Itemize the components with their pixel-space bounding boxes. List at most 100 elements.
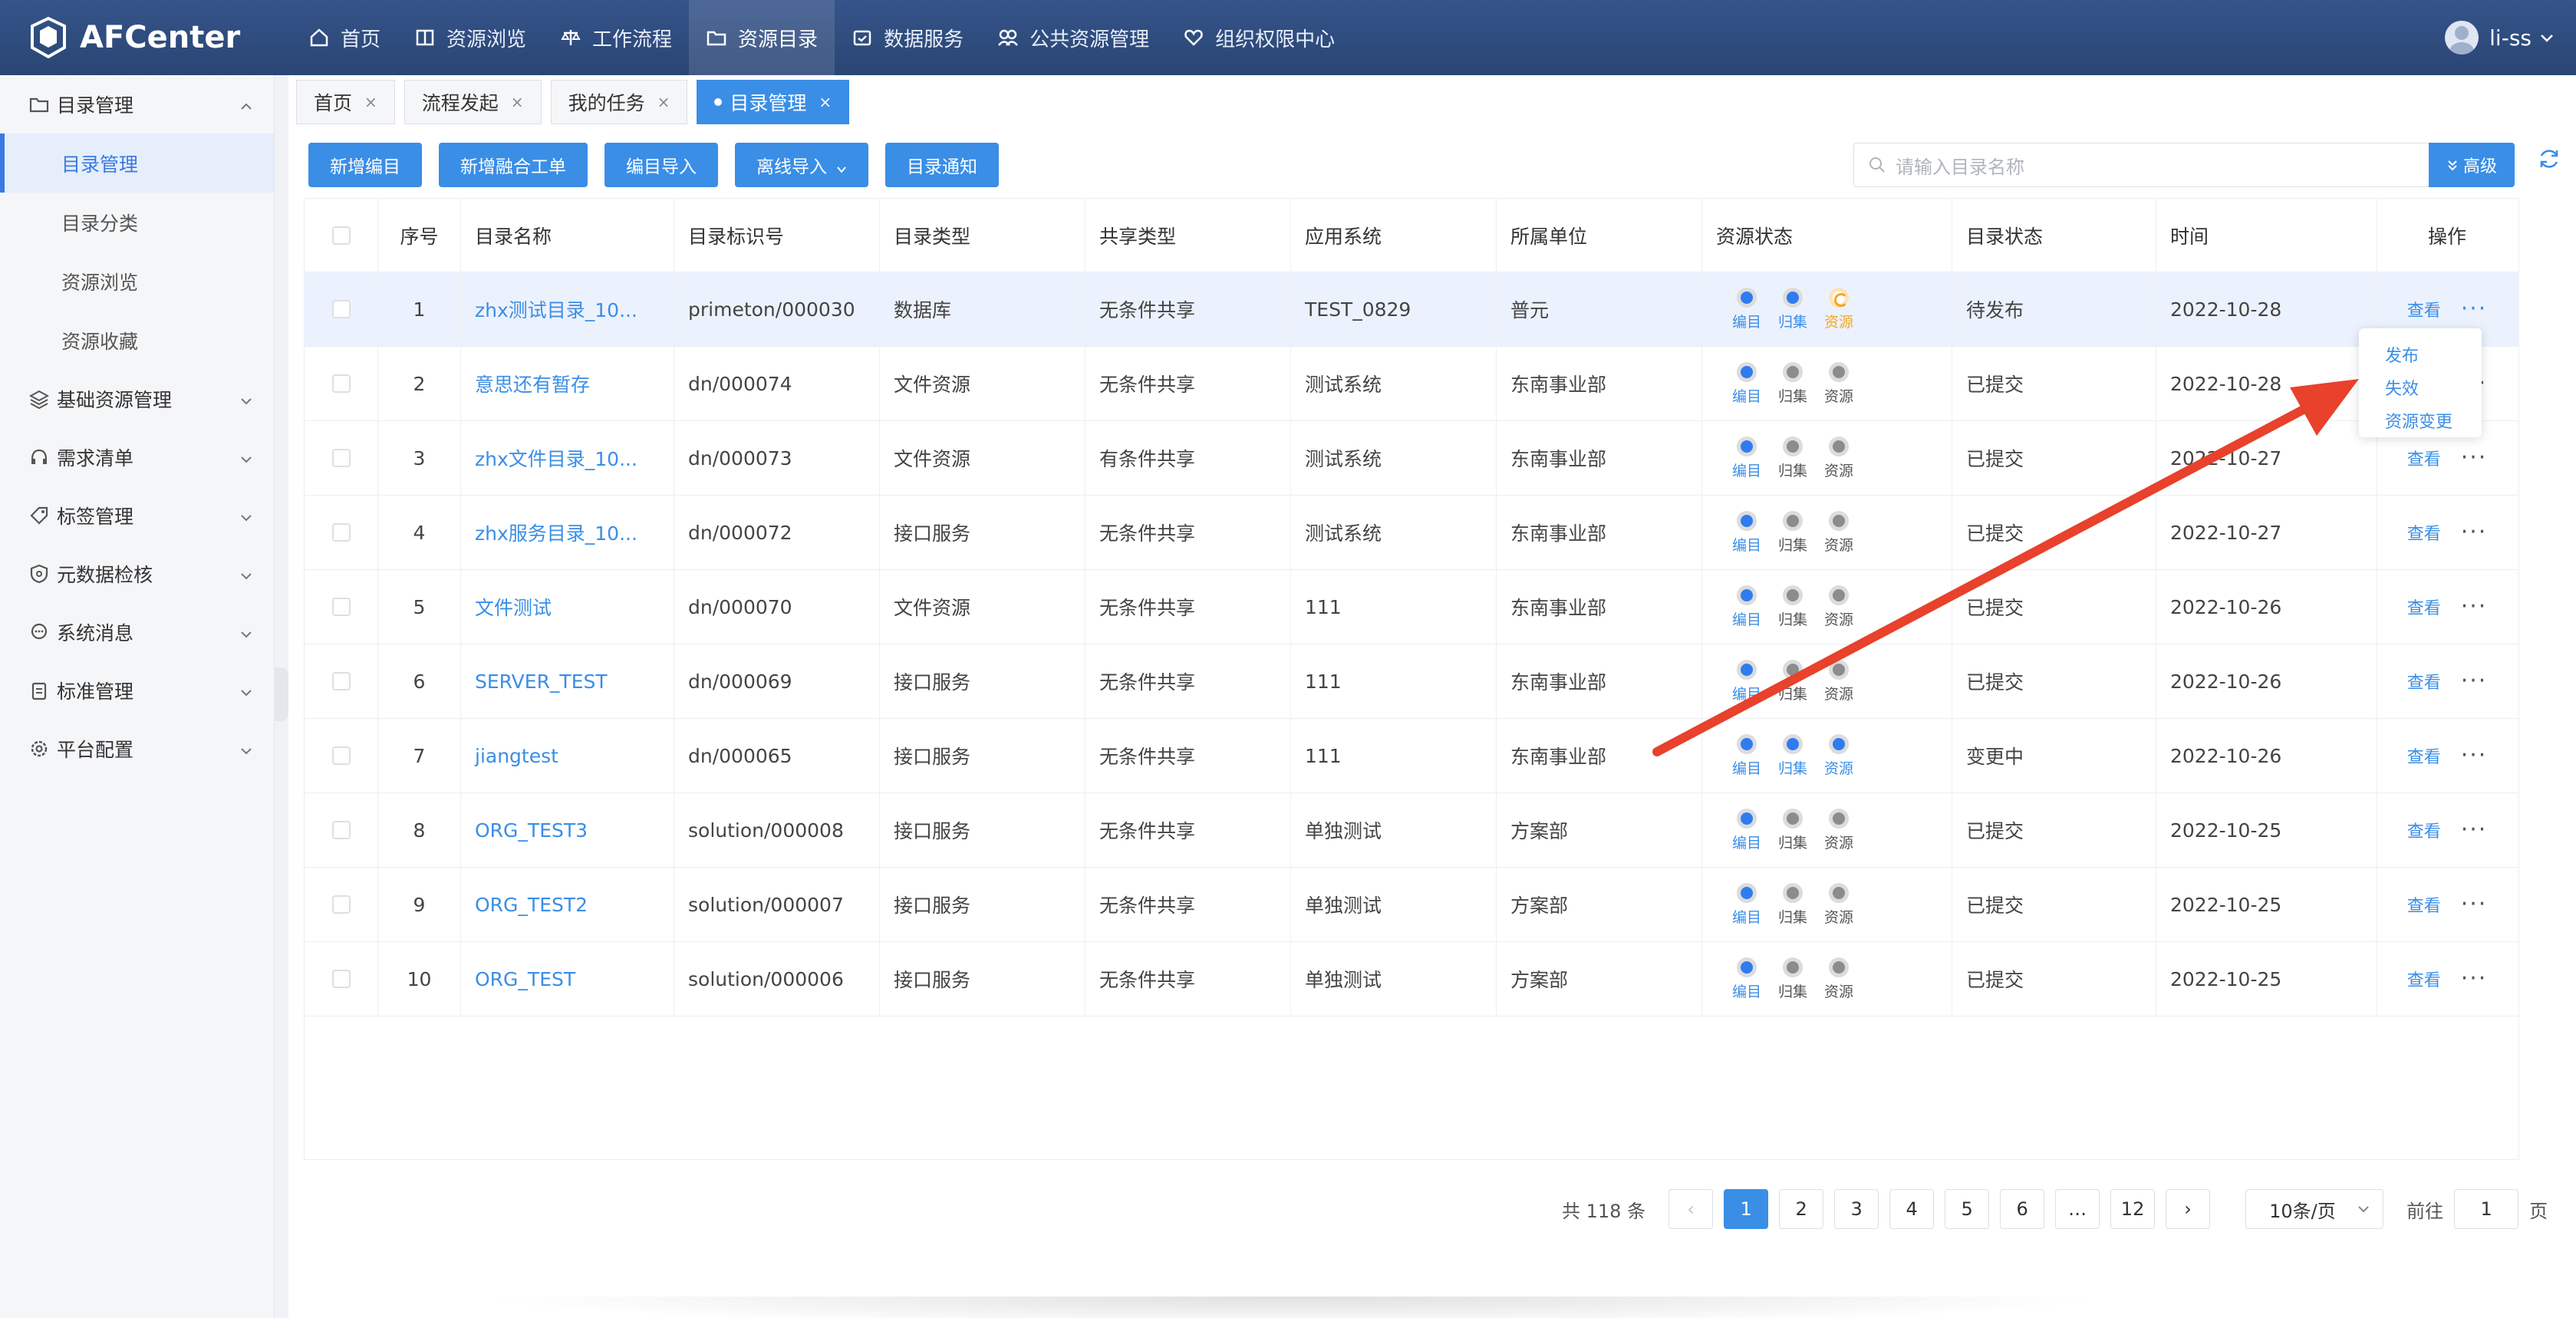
table-row[interactable]: 1 zhx测试目录_10... primeton/000030 数据库 无条件共… — [305, 272, 2518, 347]
close-icon[interactable]: × — [364, 93, 377, 111]
sidebar-item-catalog-manage[interactable]: 目录管理 — [0, 133, 274, 193]
view-link[interactable]: 查看 — [2407, 818, 2441, 842]
sidebar-item-resource-browse[interactable]: 资源浏览 — [0, 252, 274, 311]
nav-org-permission[interactable]: 组织权限中心 — [1166, 0, 1352, 75]
page-button[interactable]: 1 — [1724, 1189, 1769, 1229]
more-icon[interactable]: ··· — [2461, 670, 2488, 693]
more-icon[interactable]: ··· — [2461, 446, 2488, 470]
search-input[interactable]: 请输入目录名称 — [1853, 143, 2433, 187]
menu-item-resource-change[interactable]: 资源变更 — [2385, 404, 2482, 437]
page-button[interactable]: 6 — [2000, 1189, 2045, 1229]
row-checkbox[interactable] — [331, 523, 351, 542]
page-button[interactable]: 3 — [1834, 1189, 1879, 1229]
sidebar-item-resource-favorite[interactable]: 资源收藏 — [0, 311, 274, 370]
more-icon[interactable]: ··· — [2461, 744, 2488, 767]
more-icon[interactable]: ··· — [2461, 298, 2488, 321]
table-row[interactable]: 5 文件测试 dn/000070 文件资源 无条件共享 111 东南事业部 编目… — [305, 570, 2518, 644]
nav-resource-catalog[interactable]: 资源目录 — [689, 0, 835, 75]
page-button[interactable]: 12 — [2110, 1189, 2156, 1229]
table-row[interactable]: 7 jiangtest dn/000065 接口服务 无条件共享 111 东南事… — [305, 719, 2518, 793]
page-size-select[interactable]: 10条/页 — [2245, 1189, 2384, 1229]
sidebar-group-standard[interactable]: 标准管理 — [0, 661, 274, 720]
sidebar-group-demand[interactable]: 需求清单 — [0, 428, 274, 486]
tab-process-start[interactable]: 流程发起 × — [404, 80, 542, 124]
sidebar-group-system-message[interactable]: 系统消息 — [0, 603, 274, 661]
table-row[interactable]: 4 zhx服务目录_10... dn/000072 接口服务 无条件共享 测试系… — [305, 496, 2518, 570]
add-catalog-button[interactable]: 新增编目 — [308, 143, 422, 187]
table-row[interactable]: 6 SERVER_TEST dn/000069 接口服务 无条件共享 111 东… — [305, 644, 2518, 719]
tab-my-tasks[interactable]: 我的任务 × — [550, 80, 688, 124]
sidebar-group-basic-resource[interactable]: 基础资源管理 — [0, 370, 274, 428]
offline-import-button[interactable]: 离线导入 — [735, 143, 868, 187]
nav-workflow[interactable]: 工作流程 — [543, 0, 689, 75]
close-icon[interactable]: × — [819, 93, 832, 111]
row-checkbox[interactable] — [331, 449, 351, 467]
nav-data-service[interactable]: 数据服务 — [835, 0, 980, 75]
catalog-name-link[interactable]: ORG_TEST2 — [475, 894, 588, 916]
nav-resource-browse[interactable]: 资源浏览 — [397, 0, 543, 75]
advanced-search-button[interactable]: 高级 — [2429, 143, 2515, 187]
select-all-checkbox[interactable] — [331, 226, 351, 245]
refresh-icon[interactable] — [2536, 146, 2562, 172]
view-link[interactable]: 查看 — [2407, 669, 2441, 694]
row-checkbox[interactable] — [331, 895, 351, 914]
more-icon[interactable]: ··· — [2461, 521, 2488, 544]
page-jump-input[interactable]: 1 — [2454, 1189, 2519, 1229]
menu-item-invalidate[interactable]: 失效 — [2385, 371, 2482, 404]
catalog-name-link[interactable]: ORG_TEST3 — [475, 819, 588, 842]
sidebar-collapse-handle[interactable] — [275, 667, 288, 721]
catalog-notify-button[interactable]: 目录通知 — [885, 143, 999, 187]
page-button[interactable]: 2 — [1779, 1189, 1824, 1229]
row-checkbox[interactable] — [331, 672, 351, 690]
sidebar-group-metadata-check[interactable]: 元数据检核 — [0, 545, 274, 603]
more-icon[interactable]: ··· — [2461, 967, 2488, 990]
more-icon[interactable]: ··· — [2461, 595, 2488, 618]
table-row[interactable]: 8 ORG_TEST3 solution/000008 接口服务 无条件共享 单… — [305, 793, 2518, 868]
table-row[interactable]: 10 ORG_TEST solution/000006 接口服务 无条件共享 单… — [305, 942, 2518, 1017]
page-ellipsis[interactable]: … — [2055, 1189, 2100, 1229]
view-link[interactable]: 查看 — [2407, 967, 2441, 991]
table-row[interactable]: 9 ORG_TEST2 solution/000007 接口服务 无条件共享 单… — [305, 868, 2518, 942]
view-link[interactable]: 查看 — [2407, 520, 2441, 545]
row-checkbox[interactable] — [331, 970, 351, 988]
sidebar-item-catalog-category[interactable]: 目录分类 — [0, 193, 274, 252]
more-icon[interactable]: ··· — [2461, 893, 2488, 916]
table-row[interactable]: 2 意思还有暂存 dn/000074 文件资源 无条件共享 测试系统 东南事业部… — [305, 347, 2518, 421]
row-checkbox[interactable] — [331, 374, 351, 393]
sidebar-group-platform-config[interactable]: 平台配置 — [0, 720, 274, 778]
row-checkbox[interactable] — [331, 300, 351, 318]
close-icon[interactable]: × — [657, 93, 670, 111]
close-icon[interactable]: × — [511, 93, 524, 111]
view-link[interactable]: 查看 — [2407, 446, 2441, 470]
table-row[interactable]: 3 zhx文件目录_10... dn/000073 文件资源 有条件共享 测试系… — [305, 421, 2518, 496]
next-page-button[interactable]: › — [2166, 1189, 2211, 1229]
row-checkbox[interactable] — [331, 746, 351, 765]
row-checkbox[interactable] — [331, 821, 351, 839]
row-checkbox[interactable] — [331, 598, 351, 616]
user-menu[interactable]: li-ss — [2445, 0, 2555, 75]
tab-catalog-manage[interactable]: 目录管理 × — [697, 80, 850, 124]
catalog-name-link[interactable]: jiangtest — [475, 745, 558, 767]
catalog-name-link[interactable]: zhx服务目录_10... — [475, 519, 637, 546]
nav-public-resource[interactable]: 公共资源管理 — [980, 0, 1166, 75]
catalog-name-link[interactable]: SERVER_TEST — [475, 671, 608, 693]
more-icon[interactable]: ··· — [2461, 819, 2488, 842]
catalog-name-link[interactable]: zhx测试目录_10... — [475, 295, 637, 323]
page-button[interactable]: 4 — [1889, 1189, 1935, 1229]
view-link[interactable]: 查看 — [2407, 297, 2441, 321]
catalog-name-link[interactable]: 意思还有暂存 — [475, 370, 590, 397]
catalog-name-link[interactable]: zhx文件目录_10... — [475, 444, 637, 472]
prev-page-button[interactable]: ‹ — [1668, 1189, 1714, 1229]
tab-home[interactable]: 首页 × — [296, 80, 395, 124]
add-fusion-order-button[interactable]: 新增融合工单 — [439, 143, 588, 187]
view-link[interactable]: 查看 — [2407, 892, 2441, 917]
sidebar-group-catalog[interactable]: 目录管理 — [0, 75, 274, 133]
view-link[interactable]: 查看 — [2407, 743, 2441, 768]
catalog-name-link[interactable]: 文件测试 — [475, 593, 552, 621]
nav-home[interactable]: 首页 — [292, 0, 397, 75]
catalog-import-button[interactable]: 编目导入 — [604, 143, 718, 187]
menu-item-publish[interactable]: 发布 — [2385, 338, 2482, 371]
catalog-name-link[interactable]: ORG_TEST — [475, 968, 575, 990]
logo[interactable]: AFCenter — [0, 16, 292, 59]
view-link[interactable]: 查看 — [2407, 595, 2441, 619]
